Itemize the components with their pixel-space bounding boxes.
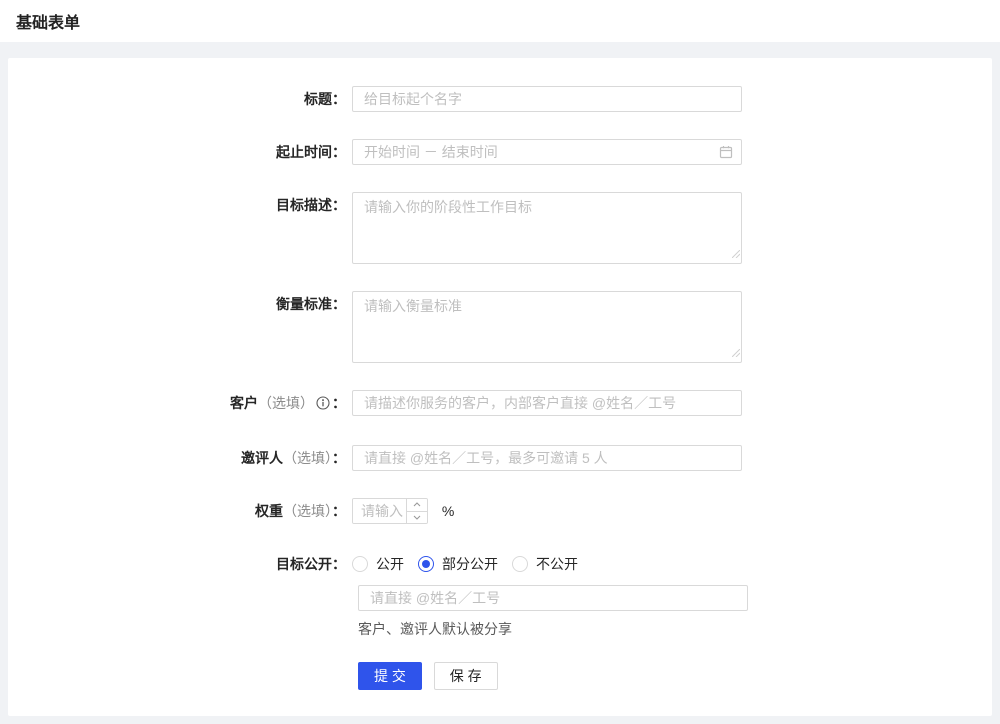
disclosure-control: 公开 部分公开 不公开 xyxy=(352,551,992,577)
title-input[interactable] xyxy=(352,86,742,112)
submit-button[interactable]: 提 交 xyxy=(358,662,422,690)
description-label-text: 目标描述 xyxy=(276,197,332,213)
form-row-invites: 邀评人（选填）： xyxy=(8,445,992,471)
content-area: 标题： 起止时间： xyxy=(0,42,1000,724)
invites-label-optional: （选填） xyxy=(283,450,332,466)
form-row-description: 目标描述： xyxy=(8,192,992,264)
standard-textarea[interactable] xyxy=(352,291,742,363)
client-label-optional: （选填） xyxy=(258,395,314,411)
date-range-control xyxy=(352,139,992,165)
page-header: 基础表单 xyxy=(0,0,1000,42)
basic-form: 标题： 起止时间： xyxy=(8,86,992,718)
share-input[interactable] xyxy=(358,585,748,611)
form-actions: 提 交 保 存 xyxy=(358,662,992,718)
weight-control: % xyxy=(352,498,992,524)
date-range-label-colon: ： xyxy=(332,144,346,160)
weight-suffix: % xyxy=(442,498,454,524)
title-label-text: 标题 xyxy=(304,91,332,107)
radio-circle-icon[interactable] xyxy=(512,556,528,572)
radio-circle-icon[interactable] xyxy=(352,556,368,572)
weight-label-optional: （选填） xyxy=(283,503,332,519)
stepper-down-icon[interactable] xyxy=(407,511,427,524)
date-range-picker[interactable] xyxy=(352,139,742,165)
disclosure-radio-group: 公开 部分公开 不公开 xyxy=(352,551,992,577)
save-button[interactable]: 保 存 xyxy=(434,662,498,690)
radio-public-label: 公开 xyxy=(376,551,404,577)
weight-label-text: 权重 xyxy=(255,503,283,519)
basic-form-card: 标题： 起止时间： xyxy=(8,58,992,716)
radio-public[interactable]: 公开 xyxy=(352,551,404,577)
description-control xyxy=(352,192,992,264)
disclosure-share-row xyxy=(358,585,992,611)
description-textarea[interactable] xyxy=(352,192,742,264)
standard-control xyxy=(352,291,992,363)
disclosure-radio-row: 目标公开： 公开 部分公开 xyxy=(8,551,992,577)
disclosure-label-colon: ： xyxy=(332,556,346,572)
standard-label-colon: ： xyxy=(332,296,346,312)
stepper-up-icon[interactable] xyxy=(407,499,427,511)
form-row-weight: 权重（选填）： % xyxy=(8,498,992,524)
info-circle-icon[interactable] xyxy=(316,392,330,418)
client-label-text: 客户 xyxy=(230,395,258,411)
weight-label-colon: ： xyxy=(332,503,346,519)
form-row-standard: 衡量标准： xyxy=(8,291,992,363)
radio-partially-public-label: 部分公开 xyxy=(442,551,498,577)
description-label: 目标描述： xyxy=(8,192,352,218)
date-range-label-text: 起止时间 xyxy=(276,144,332,160)
title-control xyxy=(352,86,992,112)
weight-input[interactable] xyxy=(353,499,406,523)
title-label-colon: ： xyxy=(332,91,346,107)
client-label: 客户（选填） ： xyxy=(8,390,352,418)
invites-label: 邀评人（选填）： xyxy=(8,445,352,471)
radio-private-label: 不公开 xyxy=(536,551,578,577)
form-row-title: 标题： xyxy=(8,86,992,112)
weight-label: 权重（选填）： xyxy=(8,498,352,524)
client-label-colon: ： xyxy=(332,395,346,411)
invites-control xyxy=(352,445,992,471)
date-range-input[interactable] xyxy=(352,139,742,165)
disclosure-label-text: 目标公开 xyxy=(276,556,332,572)
invites-input[interactable] xyxy=(352,445,742,471)
disclosure-help-text: 客户、邀评人默认被分享 xyxy=(358,621,992,638)
client-control xyxy=(352,390,992,416)
date-range-label: 起止时间： xyxy=(8,139,352,165)
calendar-icon[interactable] xyxy=(719,145,733,162)
radio-partially-public[interactable]: 部分公开 xyxy=(418,551,498,577)
page-title: 基础表单 xyxy=(16,9,80,33)
standard-label: 衡量标准： xyxy=(8,291,352,317)
invites-label-colon: ： xyxy=(332,450,346,466)
form-row-date-range: 起止时间： xyxy=(8,139,992,165)
form-row-client: 客户（选填） ： xyxy=(8,390,992,418)
weight-number-input[interactable] xyxy=(352,498,428,524)
title-label: 标题： xyxy=(8,86,352,112)
form-row-disclosure: 目标公开： 公开 部分公开 xyxy=(8,551,992,638)
disclosure-label: 目标公开： xyxy=(8,551,352,577)
description-label-colon: ： xyxy=(332,197,346,213)
client-input[interactable] xyxy=(352,390,742,416)
radio-private[interactable]: 不公开 xyxy=(512,551,578,577)
invites-label-text: 邀评人 xyxy=(241,450,283,466)
weight-stepper[interactable] xyxy=(406,499,427,523)
standard-label-text: 衡量标准 xyxy=(276,296,332,312)
radio-circle-checked-icon[interactable] xyxy=(418,556,434,572)
